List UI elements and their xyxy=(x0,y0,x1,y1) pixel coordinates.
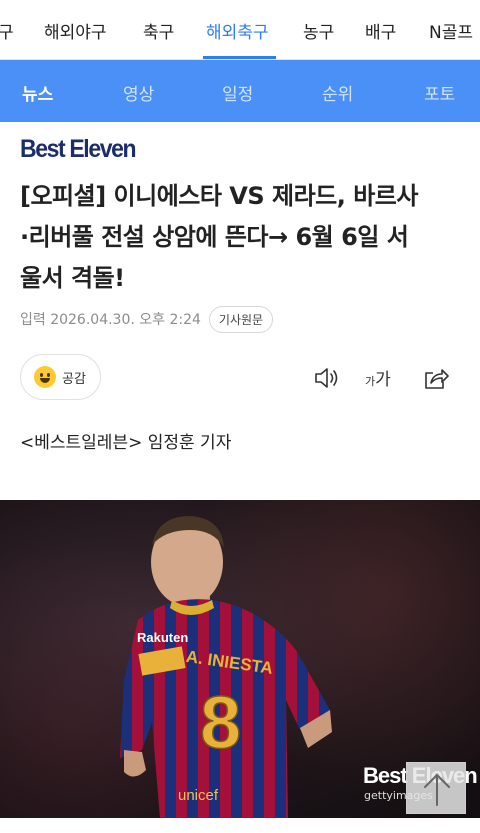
headline-line: ·리버풀 전설 상암에 뜬다→ 6월 6일 서 xyxy=(20,223,409,251)
active-tab-indicator xyxy=(203,56,276,59)
original-article-button[interactable]: 기사원문 xyxy=(208,305,274,333)
share-button[interactable] xyxy=(422,365,450,391)
sport-tab-golf[interactable]: N골프 xyxy=(429,18,473,43)
headline-line: [오피셜] 이니에스타 VS 제라드, 바르사 xyxy=(20,182,418,210)
tab-schedule[interactable]: 일정 xyxy=(222,80,253,105)
font-big-glyph: 가 xyxy=(375,370,391,390)
headline-line: 울서 격돌! xyxy=(20,264,125,292)
sport-nav: 구 해외야구 축구 해외축구 농구 배구 N골프 xyxy=(0,0,480,60)
article-meta: 입력 2026.04.30. 오후 2:24 기사원문 xyxy=(20,305,274,333)
font-size-button[interactable]: 가가 xyxy=(365,365,397,391)
sport-tab-overseas-baseball[interactable]: 해외야구 xyxy=(44,18,107,43)
sport-tab-soccer[interactable]: 축구 xyxy=(143,18,174,43)
sport-tab-overseas-soccer[interactable]: 해외축구 xyxy=(206,18,269,43)
article-headline: [오피셜] 이니에스타 VS 제라드, 바르사 ·리버풀 전설 상암에 뜬다→ … xyxy=(20,176,460,299)
arrow-up-icon xyxy=(424,774,450,806)
reaction-button[interactable]: 공감 xyxy=(20,354,101,400)
share-icon xyxy=(425,369,449,389)
scroll-to-top-button[interactable] xyxy=(406,762,466,814)
tab-ranking[interactable]: 순위 xyxy=(322,80,353,105)
smile-emoji-icon xyxy=(34,366,56,388)
tab-video[interactable]: 영상 xyxy=(123,80,154,105)
press-logo[interactable]: Best Eleven xyxy=(20,135,137,164)
sub-nav: 뉴스 영상 일정 순위 포토 xyxy=(0,60,480,122)
page-bottom xyxy=(0,818,480,833)
reporter-byline: <베스트일레븐> 임정훈 기자 xyxy=(20,433,232,453)
font-small-glyph: 가 xyxy=(365,375,376,388)
reaction-label: 공감 xyxy=(62,371,86,387)
sport-tab-prev[interactable]: 구 xyxy=(0,18,14,43)
jersey-brand-badge: Rakuten xyxy=(137,630,188,645)
sport-tab-basketball[interactable]: 농구 xyxy=(303,18,334,43)
jersey-sponsor: unicef xyxy=(178,787,219,804)
jersey-number: 8 xyxy=(200,681,241,764)
publish-date: 입력 2026.04.30. 오후 2:24 xyxy=(20,312,201,328)
speaker-icon xyxy=(315,368,338,388)
read-aloud-button[interactable] xyxy=(313,365,341,391)
sport-tab-volleyball[interactable]: 배구 xyxy=(365,18,396,43)
tab-news[interactable]: 뉴스 xyxy=(22,80,53,105)
tab-photo[interactable]: 포토 xyxy=(424,80,455,105)
